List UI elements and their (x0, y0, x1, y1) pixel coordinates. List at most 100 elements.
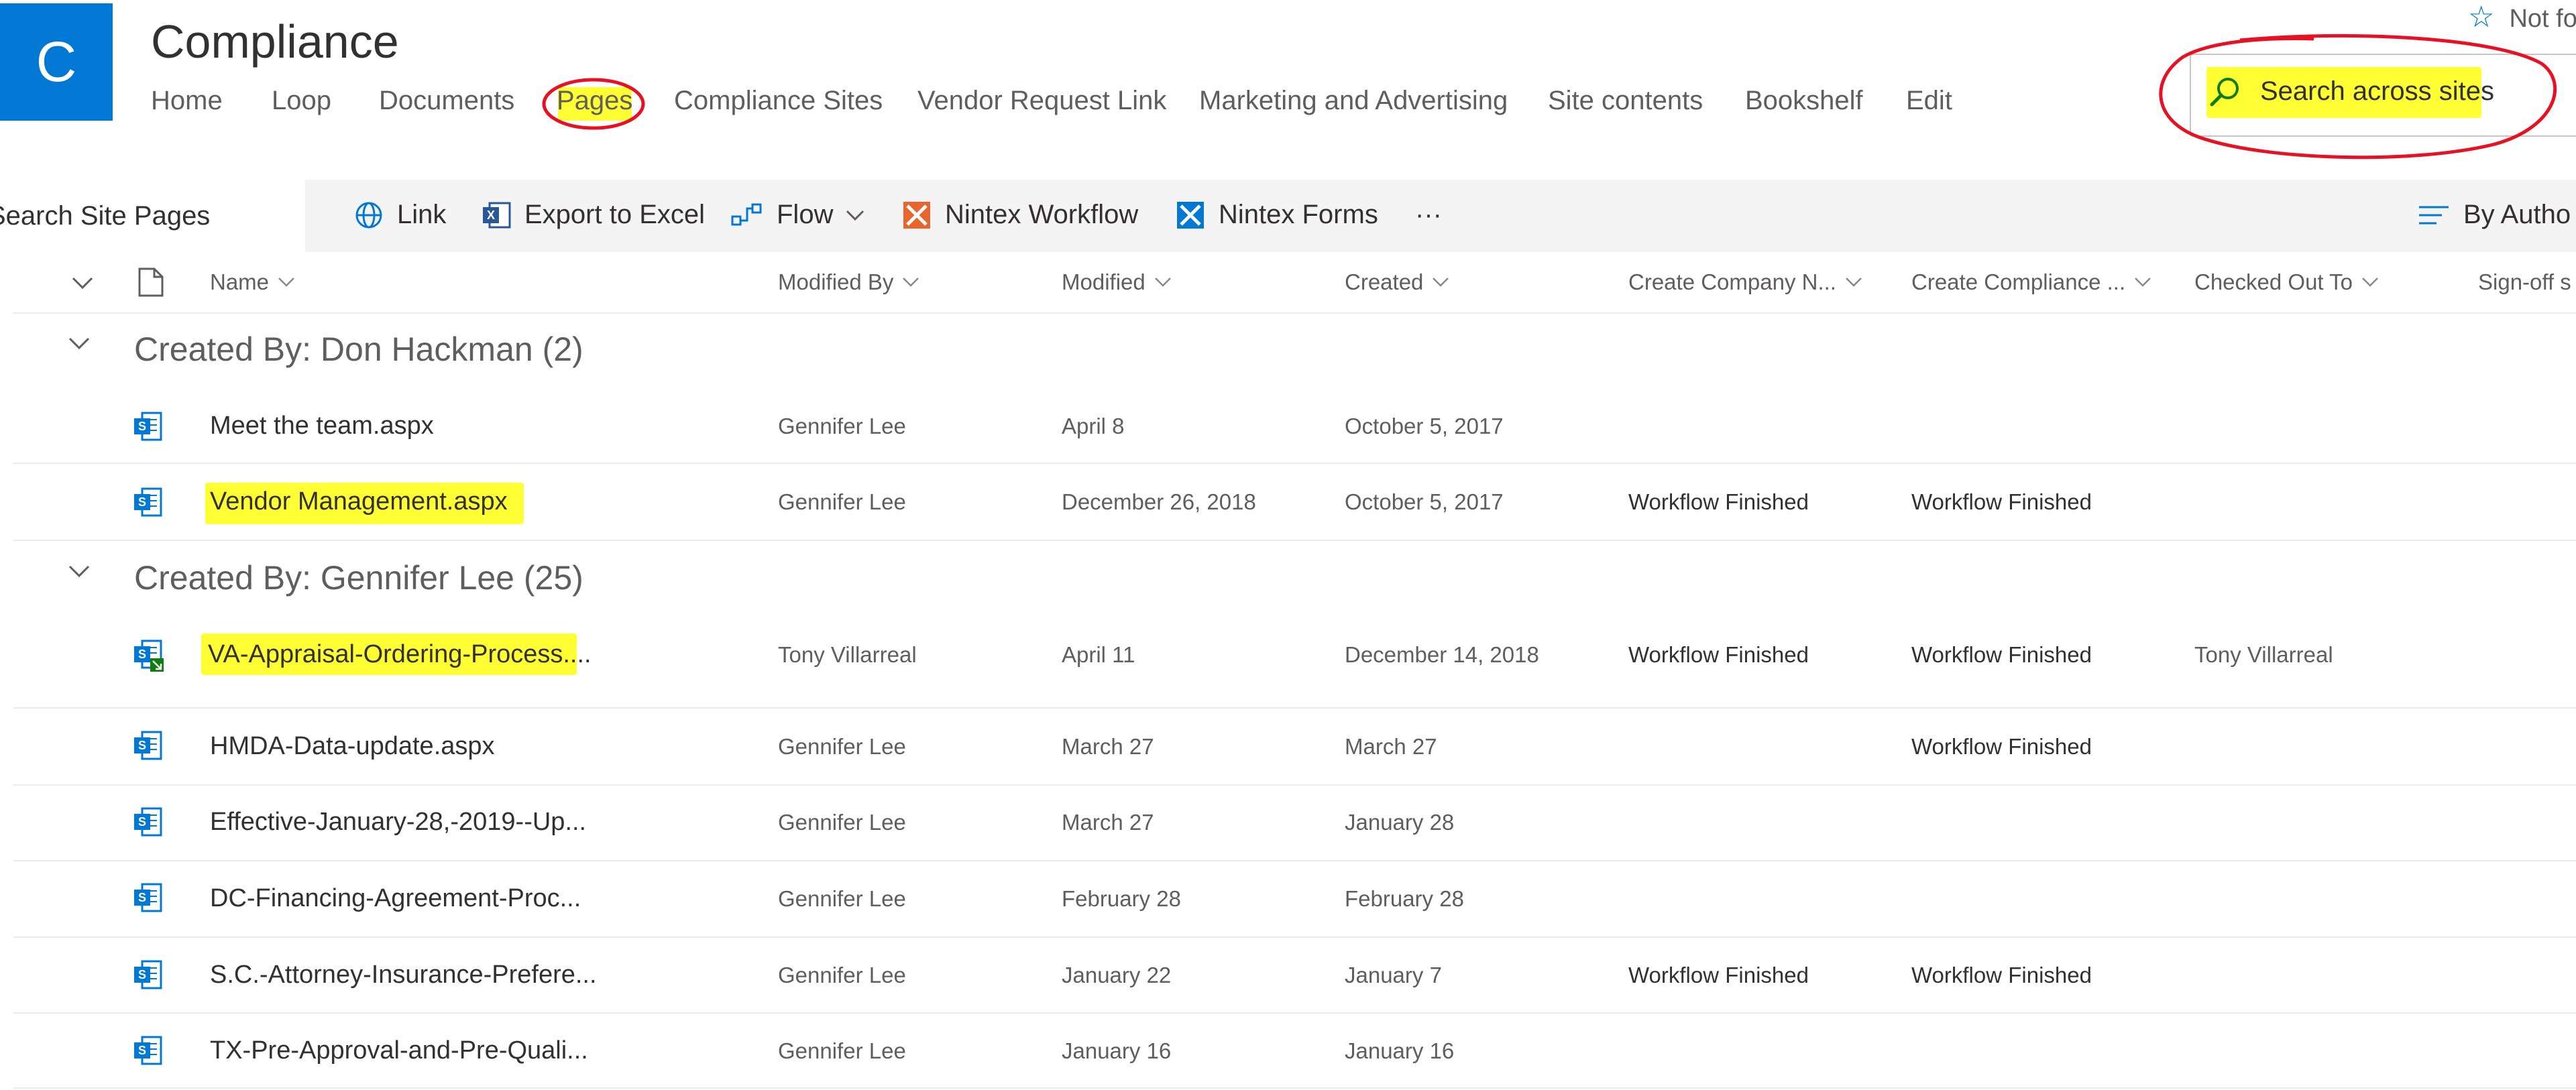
svg-text:S: S (138, 891, 146, 904)
svg-text:S: S (138, 815, 146, 829)
create-company-status[interactable]: Workflow Finished (1628, 489, 1809, 515)
created-cell: January 7 (1345, 963, 1442, 987)
modified-by-cell[interactable]: Gennifer Lee (778, 489, 906, 515)
file-name-link[interactable]: DC-Financing-Agreement-Proc... (210, 884, 581, 913)
row-divider (13, 936, 2576, 938)
modified-by-cell[interactable]: Gennifer Lee (778, 1038, 906, 1064)
search-annotation-circle (2159, 34, 2557, 160)
file-name-link[interactable]: HMDA-Data-update.aspx (210, 732, 495, 761)
modified-by-cell[interactable]: Gennifer Lee (778, 810, 906, 835)
modified-by-cell[interactable]: Gennifer Lee (778, 734, 906, 760)
column-header-create-compliance-label: Create Compliance ... (1911, 269, 2126, 294)
nav-site-contents[interactable]: Site contents (1548, 86, 1703, 116)
site-logo[interactable]: C (0, 3, 113, 121)
excel-icon: X (483, 202, 511, 228)
modified-by-cell[interactable]: Gennifer Lee (778, 886, 906, 912)
flow-icon (731, 203, 762, 225)
modified-cell: December 26, 2018 (1062, 489, 1256, 514)
group-collapse-chevron-icon[interactable] (67, 335, 91, 351)
modified-by-cell[interactable]: Gennifer Lee (778, 963, 906, 988)
link-label: Link (397, 200, 447, 229)
nav-home[interactable]: Home (151, 86, 223, 116)
sharepoint-page-icon: S (134, 487, 162, 517)
create-compliance-status[interactable]: Workflow Finished (1911, 642, 2092, 668)
flow-label: Flow (777, 200, 834, 229)
created-cell: January 16 (1345, 1038, 1455, 1063)
column-header-name[interactable]: Name (210, 269, 296, 295)
nintex-workflow-label: Nintex Workflow (945, 200, 1139, 229)
search-site-pages-input[interactable]: Search Site Pages (0, 201, 210, 231)
sharepoint-page-checked-out-icon: S (134, 640, 164, 672)
nav-vendor-request-link[interactable]: Vendor Request Link (917, 86, 1166, 116)
group-collapse-chevron-icon[interactable] (67, 563, 91, 579)
nav-compliance-sites[interactable]: Compliance Sites (674, 86, 883, 116)
nav-marketing-and-advertising[interactable]: Marketing and Advertising (1199, 86, 1508, 116)
create-company-status[interactable]: Workflow Finished (1628, 642, 1809, 668)
create-compliance-status[interactable]: Workflow Finished (1911, 489, 2092, 515)
column-header-modified[interactable]: Modified (1062, 269, 1172, 295)
nav-bookshelf[interactable]: Bookshelf (1745, 86, 1863, 116)
nav-loop[interactable]: Loop (272, 86, 331, 116)
file-name-link[interactable]: Meet the team.aspx (210, 412, 434, 440)
column-header-checked-out-to-label: Checked Out To (2194, 269, 2353, 294)
create-compliance-status[interactable]: Workflow Finished (1911, 734, 2092, 760)
export-to-excel-command[interactable]: X Export to Excel (482, 200, 705, 230)
header-divider (13, 312, 2576, 314)
nintex-forms-label: Nintex Forms (1219, 200, 1378, 229)
column-header-create-company[interactable]: Create Company N... (1628, 269, 1863, 295)
globe-icon (355, 202, 382, 228)
file-name-link[interactable]: S.C.-Attorney-Insurance-Prefere... (210, 961, 597, 989)
chevron-down-icon (2362, 278, 2378, 287)
created-cell: October 5, 2017 (1345, 489, 1504, 514)
link-command[interactable]: Link (354, 200, 446, 230)
column-header-checked-out-to[interactable]: Checked Out To (2194, 269, 2379, 295)
search-site-pages-box[interactable]: Search Site Pages (0, 180, 305, 252)
row-divider (13, 540, 2576, 541)
svg-text:S: S (138, 968, 146, 981)
chevron-down-icon (2135, 278, 2151, 287)
site-title[interactable]: Compliance (151, 15, 399, 68)
nintex-forms-command[interactable]: Nintex Forms (1176, 200, 1378, 230)
more-commands-button[interactable]: ··· (1415, 200, 1442, 230)
modified-cell: April 8 (1062, 414, 1125, 438)
file-name-link[interactable]: VA-Appraisal-Ordering-Process.... (208, 640, 592, 669)
row-divider (13, 860, 2576, 861)
view-selector-label: By Autho (2463, 200, 2571, 229)
chevron-down-icon (1846, 278, 1862, 287)
file-type-header-icon[interactable] (137, 267, 164, 298)
file-name-link[interactable]: Effective-January-28,-2019--Up... (210, 808, 586, 837)
modified-by-cell[interactable]: Gennifer Lee (778, 414, 906, 439)
create-compliance-status[interactable]: Workflow Finished (1911, 963, 2092, 988)
group-header-gennifer-lee[interactable]: Created By: Gennifer Lee (25) (134, 558, 583, 597)
group-header-don-hackman[interactable]: Created By: Don Hackman (2) (134, 330, 583, 369)
column-header-created[interactable]: Created (1345, 269, 1450, 295)
file-name-link[interactable]: Vendor Management.aspx (210, 487, 508, 516)
modified-cell: March 27 (1062, 810, 1154, 835)
modified-by-cell[interactable]: Tony Villarreal (778, 642, 917, 668)
flow-command[interactable]: Flow (731, 200, 879, 230)
column-header-modified-label: Modified (1062, 269, 1145, 294)
column-header-modified-by-label: Modified By (778, 269, 894, 294)
file-name-link[interactable]: TX-Pre-Approval-and-Pre-Quali... (210, 1036, 588, 1065)
column-header-create-company-label: Create Company N... (1628, 269, 1836, 294)
nav-documents[interactable]: Documents (379, 86, 514, 116)
chevron-down-icon (1154, 278, 1171, 287)
nintex-workflow-command[interactable]: Nintex Workflow (902, 200, 1138, 230)
column-header-sign-off[interactable]: Sign-off s (2478, 269, 2571, 295)
column-header-modified-by[interactable]: Modified By (778, 269, 920, 295)
view-selector[interactable]: By Autho (2418, 200, 2571, 230)
row-divider (13, 1012, 2576, 1014)
nav-edit[interactable]: Edit (1906, 86, 1952, 116)
create-company-status[interactable]: Workflow Finished (1628, 963, 1809, 988)
select-all-chevron-icon[interactable] (70, 275, 95, 291)
column-header-created-label: Created (1345, 269, 1424, 294)
row-divider (13, 1087, 2576, 1089)
sharepoint-page-icon: S (134, 412, 162, 441)
modified-cell: January 22 (1062, 963, 1172, 987)
sharepoint-page-icon: S (134, 960, 162, 989)
sharepoint-page-icon: S (134, 731, 162, 760)
column-header-create-compliance[interactable]: Create Compliance ... (1911, 269, 2152, 295)
svg-text:S: S (138, 648, 146, 661)
checked-out-to-cell[interactable]: Tony Villarreal (2194, 642, 2333, 668)
svg-text:S: S (138, 420, 146, 433)
